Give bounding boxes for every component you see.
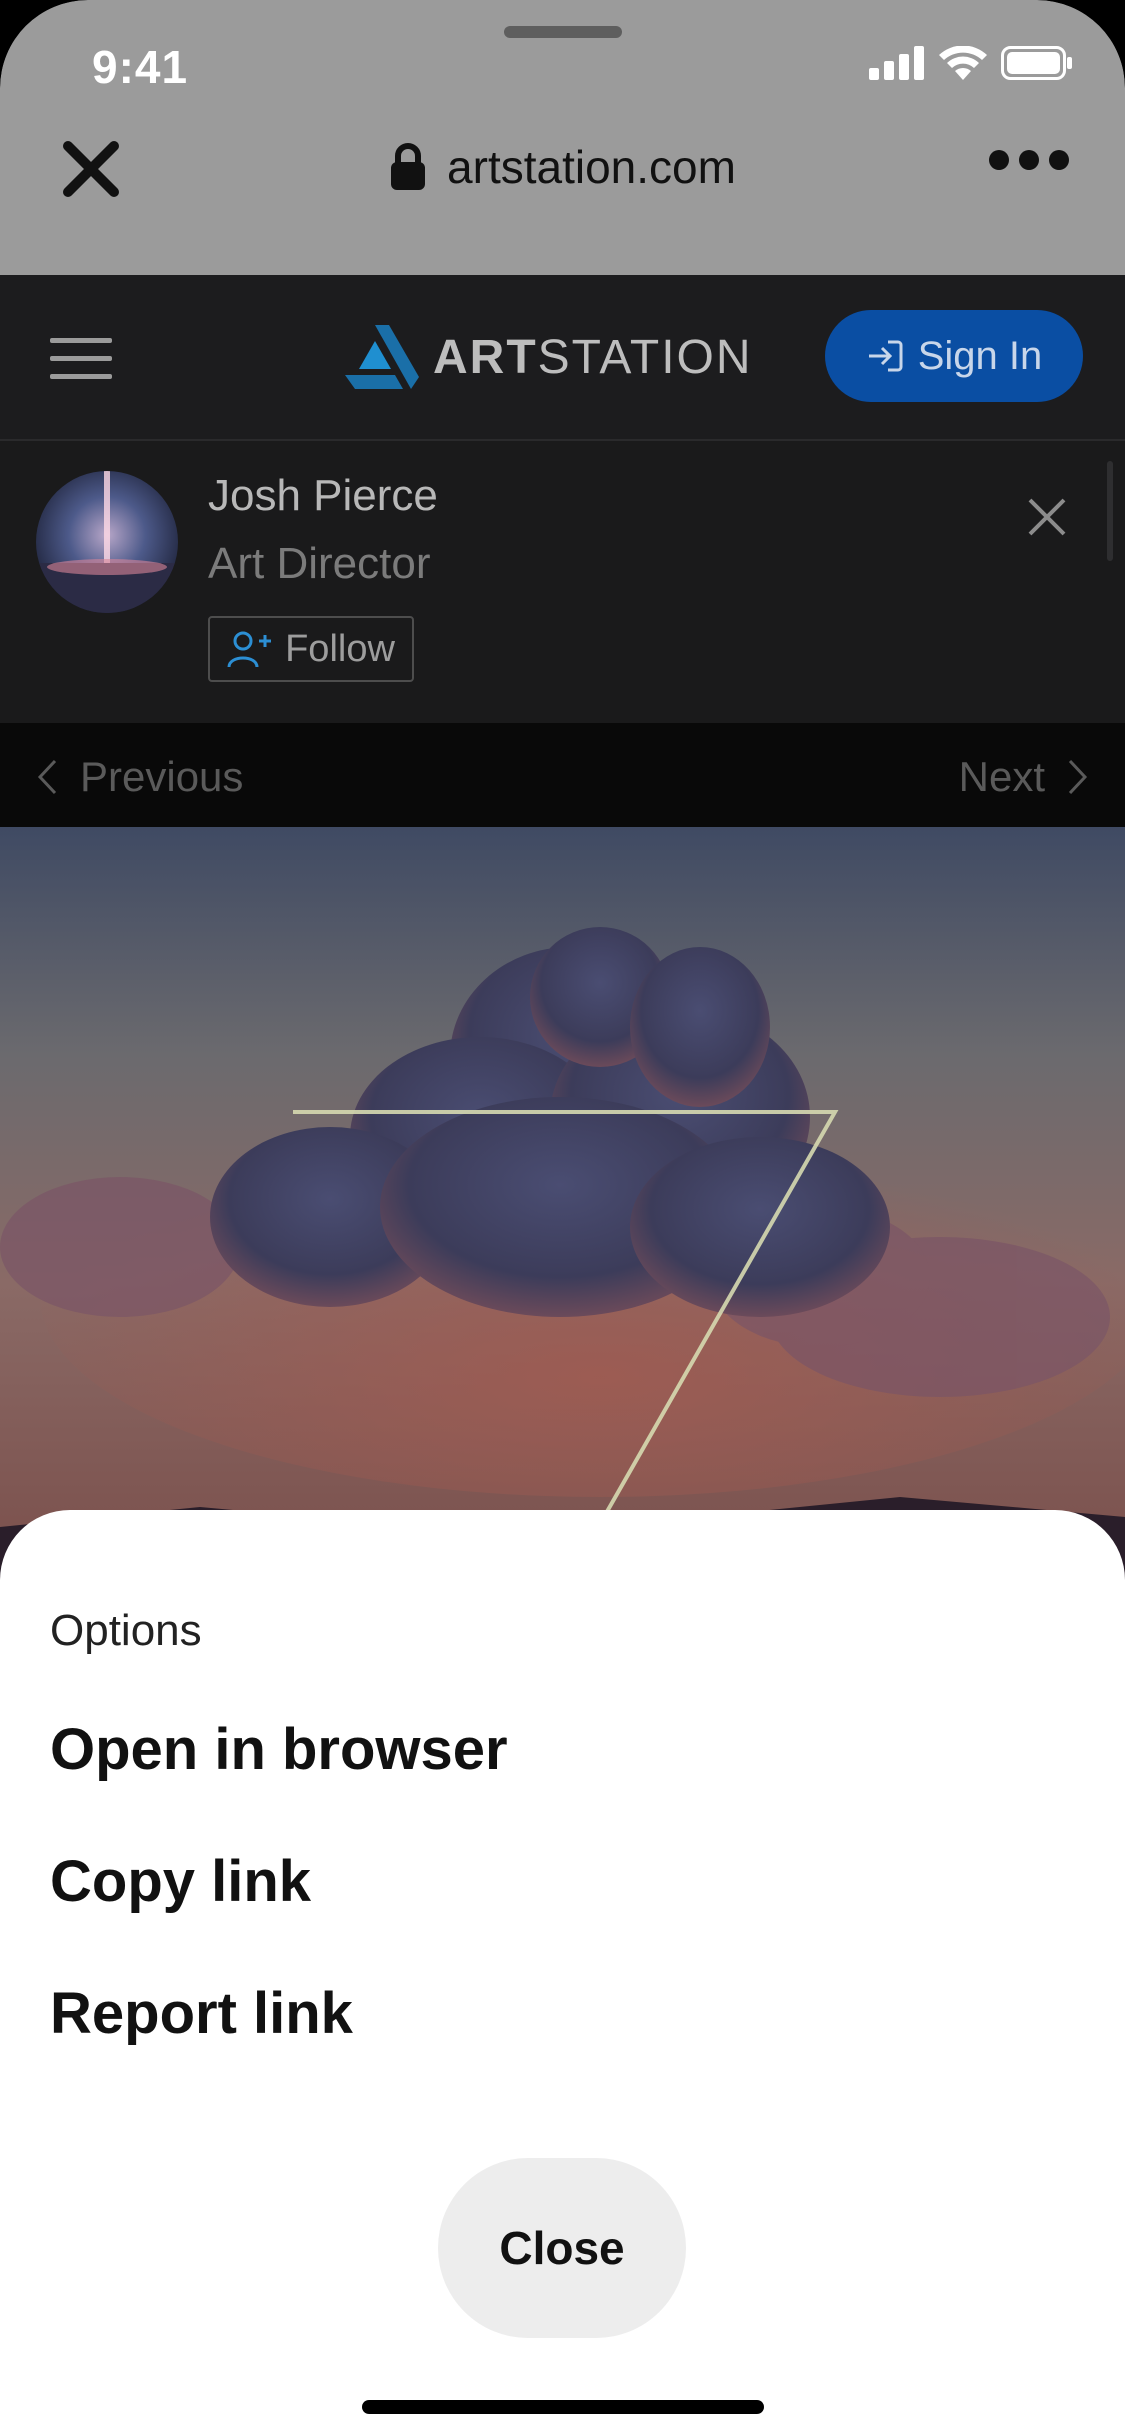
next-label: Next bbox=[958, 753, 1045, 800]
avatar[interactable] bbox=[36, 471, 178, 613]
sheet-title: Options bbox=[50, 1606, 202, 1655]
phone-screen: 9:41 artstation.com ARTSTATION Sign In J… bbox=[0, 0, 1125, 2436]
project-pager: Previous Next bbox=[0, 723, 1125, 827]
scrollbar[interactable] bbox=[1107, 461, 1113, 561]
artist-role: Art Director bbox=[208, 539, 431, 588]
chevron-left-icon bbox=[37, 759, 57, 795]
battery-icon bbox=[1001, 46, 1072, 80]
artist-banner: Josh Pierce Art Director Follow bbox=[0, 441, 1125, 723]
sign-in-label: Sign In bbox=[917, 333, 1043, 378]
previous-label: Previous bbox=[80, 753, 244, 800]
more-options-icon[interactable] bbox=[989, 150, 1069, 170]
address-bar[interactable]: artstation.com bbox=[0, 140, 1125, 194]
add-user-icon bbox=[227, 631, 272, 668]
artist-name[interactable]: Josh Pierce bbox=[208, 471, 438, 521]
previous-button[interactable]: Previous bbox=[36, 753, 243, 801]
cellular-signal-icon bbox=[869, 46, 924, 80]
status-time: 9:41 bbox=[92, 41, 189, 93]
artstation-wordmark: ARTSTATION bbox=[433, 330, 753, 384]
open-in-browser-option[interactable]: Open in browser bbox=[50, 1716, 508, 1783]
home-indicator[interactable] bbox=[362, 2400, 764, 2414]
copy-link-option[interactable]: Copy link bbox=[50, 1848, 311, 1915]
sign-in-icon bbox=[868, 340, 903, 372]
follow-label: Follow bbox=[285, 627, 395, 670]
close-button[interactable]: Close bbox=[438, 2158, 686, 2338]
next-button[interactable]: Next bbox=[959, 753, 1089, 801]
follow-button[interactable]: Follow bbox=[208, 616, 414, 682]
wifi-icon bbox=[939, 46, 987, 80]
sign-in-button[interactable]: Sign In bbox=[825, 310, 1083, 402]
lock-icon bbox=[391, 143, 426, 190]
url-text: artstation.com bbox=[447, 141, 736, 193]
artstation-logo-icon bbox=[345, 325, 419, 389]
status-icons bbox=[869, 46, 1073, 80]
sheet-grabber[interactable] bbox=[504, 26, 622, 38]
report-link-option[interactable]: Report link bbox=[50, 1980, 353, 2047]
site-header: ARTSTATION Sign In bbox=[0, 275, 1125, 441]
chevron-right-icon bbox=[1068, 759, 1088, 795]
menu-icon[interactable] bbox=[50, 338, 112, 380]
artwork-image[interactable] bbox=[0, 827, 1125, 1587]
options-sheet: Options Open in browser Copy link Report… bbox=[0, 1510, 1125, 2436]
browser-chrome: 9:41 artstation.com bbox=[0, 0, 1125, 275]
close-banner-icon[interactable] bbox=[1027, 497, 1067, 537]
avatar-image bbox=[36, 471, 178, 613]
artstation-logo[interactable]: ARTSTATION bbox=[345, 325, 753, 389]
